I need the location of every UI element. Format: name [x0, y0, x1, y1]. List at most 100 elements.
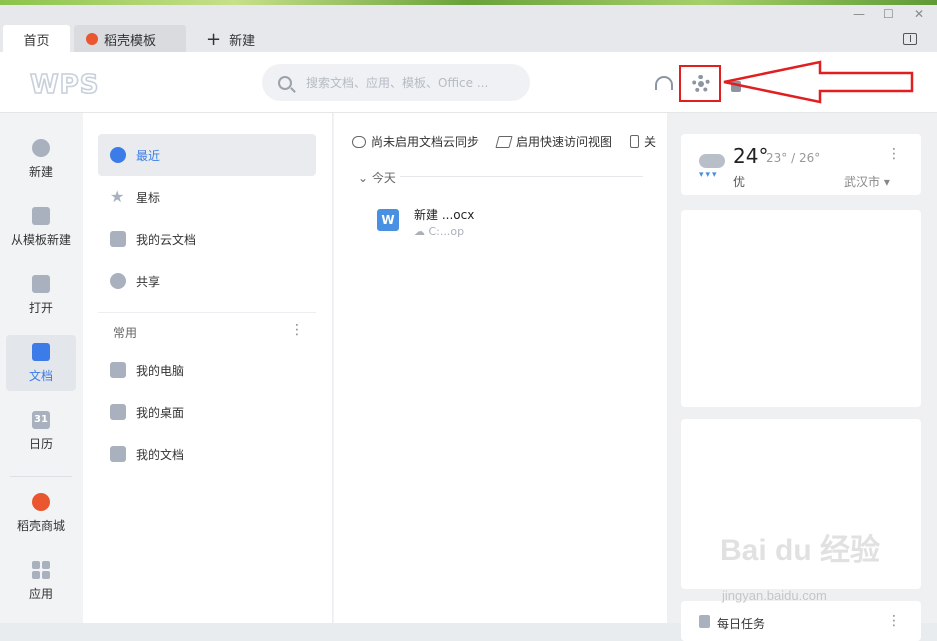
search-icon: [278, 75, 292, 90]
nav-open-label: 打开: [28, 300, 53, 315]
weather-card[interactable]: ▾▾▾ 24° 23° / 26° 优 武汉市 ▾ ⋮: [681, 134, 921, 195]
send-icon: [495, 135, 513, 148]
cloud-rain-icon: [699, 154, 725, 168]
section-divider: [98, 312, 316, 313]
calendar-icon: 31: [32, 410, 50, 429]
cube-icon: [110, 231, 126, 247]
common-section-title: 常用: [113, 326, 138, 340]
task-more-icon[interactable]: ⋮: [887, 613, 901, 629]
files-toolbar: 尚未启用文档云同步 启用快速访问视图 关: [352, 133, 656, 150]
tab-bar: 首页 稻壳模板 + 新建 — ☐ ✕: [0, 5, 937, 53]
doc-navigation: 最近 ★ 星标 我的云文档 共享 常用 ⋮ 我的电脑 我的桌面 我的文档: [83, 113, 333, 623]
nav-recent-label: 最近: [136, 148, 161, 163]
widget-card-1: [681, 210, 921, 407]
nav-open[interactable]: 打开: [6, 267, 76, 323]
close-button[interactable]: ✕: [914, 7, 924, 21]
nav-shared-label: 共享: [136, 274, 161, 289]
template-icon: [32, 206, 50, 225]
city-selector[interactable]: 武汉市 ▾: [844, 173, 890, 190]
cloud-sync-label: 尚未启用文档云同步: [371, 135, 480, 149]
file-row[interactable]: W 新建 ...ocx ☁ C:...op: [374, 203, 634, 243]
temperature-range: 23° / 26°: [766, 151, 821, 165]
nav-from-template[interactable]: 从模板新建: [6, 199, 76, 255]
wps-window: 首页 稻壳模板 + 新建 — ☐ ✕ WPS 搜索文档、应用、模板、Office…: [0, 5, 937, 641]
phone-icon: [630, 135, 640, 148]
annotation-arrow-icon: [723, 60, 914, 104]
people-icon: [110, 273, 126, 289]
nav-cloud-docs[interactable]: 我的云文档: [98, 218, 316, 260]
daily-task-label: 每日任务: [717, 617, 766, 631]
nav-my-desktop-label: 我的桌面: [136, 405, 185, 420]
header: WPS 搜索文档、应用、模板、Office ...: [0, 52, 937, 113]
headset-icon[interactable]: [655, 76, 673, 90]
nav-cloud-docs-label: 我的云文档: [136, 232, 197, 247]
new-tab-button[interactable]: + 新建: [204, 25, 284, 53]
nav-shared[interactable]: 共享: [98, 260, 316, 302]
rain-drops-icon: ▾▾▾: [699, 170, 719, 180]
weather-more-icon[interactable]: ⋮: [887, 146, 901, 162]
cloud-icon: [352, 135, 366, 148]
nav-my-documents-label: 我的文档: [136, 447, 185, 462]
minimize-button[interactable]: —: [853, 7, 865, 21]
file-path: ☁ C:...op: [414, 225, 465, 238]
left-nav: 新建 从模板新建 打开 文档 31 日历 稻壳商城 应用: [0, 113, 83, 623]
current-temperature: 24°: [733, 144, 769, 168]
group-today[interactable]: ⌄ 今天: [358, 169, 396, 186]
air-quality: 优: [733, 175, 746, 189]
nav-calendar-label: 日历: [28, 436, 53, 451]
nav-new-label: 新建: [28, 164, 53, 179]
folder-shortcut-icon: [110, 446, 126, 462]
daily-task-card[interactable]: 每日任务 ⋮: [681, 601, 921, 641]
nav-my-desktop[interactable]: 我的桌面: [98, 391, 316, 433]
quick-access-label: 启用快速访问视图: [516, 135, 613, 149]
common-more-icon[interactable]: ⋮: [290, 322, 304, 338]
wps-logo: WPS: [29, 69, 100, 101]
tab-home[interactable]: 首页: [3, 25, 70, 53]
nav-starred[interactable]: ★ 星标: [98, 176, 316, 218]
group-today-label: 今天: [371, 171, 396, 185]
quick-access-button[interactable]: 启用快速访问视图: [495, 133, 613, 150]
computer-shortcut-icon: [110, 362, 126, 378]
maximize-button[interactable]: ☐: [883, 7, 894, 21]
clock-icon: [110, 147, 126, 163]
nav-my-documents[interactable]: 我的文档: [98, 433, 316, 475]
nav-calendar[interactable]: 31 日历: [6, 403, 76, 459]
phone-button[interactable]: 关: [630, 133, 656, 150]
layout-icon[interactable]: [903, 33, 917, 45]
apps-grid-icon: [32, 560, 50, 579]
nav-documents[interactable]: 文档: [6, 335, 76, 391]
document-icon: [32, 342, 50, 361]
tab-template[interactable]: 稻壳模板: [74, 25, 186, 53]
nav-apps[interactable]: 应用: [6, 553, 76, 609]
file-path-text: C:...op: [428, 225, 465, 238]
search-input[interactable]: 搜索文档、应用、模板、Office ...: [262, 64, 530, 101]
baidu-watermark: Bai du 经验: [720, 534, 881, 567]
word-doc-icon: W: [377, 209, 399, 231]
nav-my-computer-label: 我的电脑: [136, 363, 185, 378]
plus-icon: +: [206, 28, 222, 50]
task-icon: [699, 615, 710, 628]
nav-apps-label: 应用: [28, 586, 53, 601]
nav-divider: [10, 476, 72, 477]
desktop-shortcut-icon: [110, 404, 126, 420]
docer-store-icon: [32, 492, 50, 511]
phone-label: 关: [644, 135, 657, 149]
search-placeholder: 搜索文档、应用、模板、Office ...: [306, 76, 489, 90]
add-circle-icon: [32, 138, 50, 157]
nav-new[interactable]: 新建: [6, 131, 76, 187]
file-name: 新建 ...ocx: [414, 208, 475, 222]
nav-from-template-label: 从模板新建: [10, 232, 71, 247]
folder-icon: [32, 274, 50, 293]
annotation-highlight-box: [679, 65, 721, 102]
nav-my-computer[interactable]: 我的电脑: [98, 349, 316, 391]
nav-starred-label: 星标: [136, 190, 161, 205]
tab-template-label: 稻壳模板: [104, 33, 157, 49]
cloud-sync-button[interactable]: 尚未启用文档云同步: [352, 133, 479, 150]
nav-recent[interactable]: 最近: [98, 134, 316, 176]
baidu-watermark-url: jingyan.baidu.com: [722, 588, 827, 603]
new-tab-label: 新建: [229, 33, 256, 49]
star-icon: ★: [110, 187, 125, 206]
group-divider: [400, 176, 643, 177]
nav-docer-store[interactable]: 稻壳商城: [6, 485, 76, 541]
nav-documents-label: 文档: [28, 368, 53, 383]
